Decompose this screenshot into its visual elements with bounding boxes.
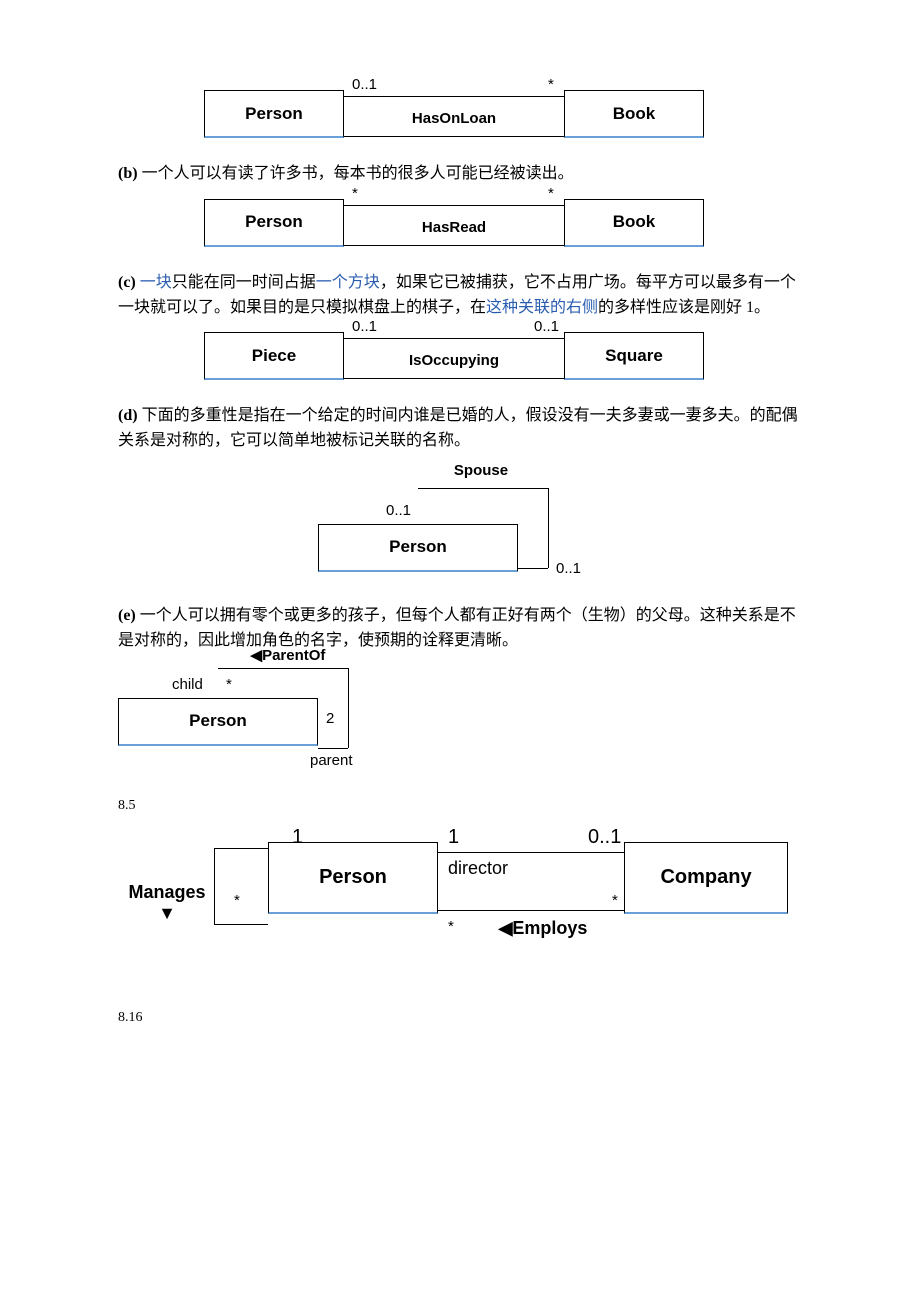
document-page: Person 0..1 * HasOnLoan Book (b) 一个人可以有读… bbox=[0, 0, 920, 1302]
paragraph-c: (c) 一块只能在同一时间占据一个方块，如果它已被捕获，它不占用广场。每平方可以… bbox=[118, 271, 802, 321]
manages-bottom-mult: * bbox=[234, 892, 240, 909]
c-link3: 这种关联的右侧 bbox=[486, 299, 598, 316]
manages-top-line bbox=[214, 848, 268, 849]
class-person: Person bbox=[204, 199, 344, 247]
assoc-name: IsOccupying bbox=[344, 352, 564, 369]
employs-right-mult: * bbox=[612, 892, 618, 909]
text-b: 一个人可以有读了许多书，每本书的很多人可能已经被读出。 bbox=[138, 165, 574, 182]
c-p4: 的多样性应该是刚好 1。 bbox=[598, 299, 770, 316]
diagram-e: ◀ParentOf child * Person 2 parent bbox=[118, 654, 378, 774]
class-book: Book bbox=[564, 90, 704, 138]
assoc-line-top bbox=[344, 338, 564, 339]
self-line-bottom bbox=[318, 748, 348, 749]
class-person: Person bbox=[118, 698, 318, 746]
class-person: Person bbox=[318, 524, 518, 572]
self-line-right bbox=[348, 668, 349, 748]
mult-bottom: 0..1 bbox=[556, 560, 581, 577]
director-left-mult: 1 bbox=[448, 826, 459, 849]
class-label: Person bbox=[189, 711, 247, 731]
label-e: (e) bbox=[118, 607, 136, 624]
class-label: Person bbox=[245, 104, 303, 124]
label-c: (c) bbox=[118, 274, 136, 291]
mult-left: * bbox=[352, 185, 358, 202]
mult-right: 0..1 bbox=[534, 318, 559, 335]
mult-left: 0..1 bbox=[352, 76, 377, 93]
text-e: 一个人可以拥有零个或更多的孩子，但每个人都有正好有两个（生物）的父母。这种关系是… bbox=[118, 607, 796, 649]
mult-right: * bbox=[548, 185, 554, 202]
label-b: (b) bbox=[118, 165, 138, 182]
class-square: Square bbox=[564, 332, 704, 380]
assoc-name: Spouse bbox=[446, 462, 516, 479]
assoc-name: HasRead bbox=[344, 219, 564, 236]
mult-child: * bbox=[226, 676, 232, 693]
section-8-5: 8.5 bbox=[118, 798, 802, 814]
section-8-16: 8.16 bbox=[118, 1010, 802, 1026]
employs-left-mult: * bbox=[448, 918, 454, 935]
class-label: Company bbox=[660, 866, 751, 889]
paragraph-d: (d) 下面的多重性是指在一个给定的时间内谁是已婚的人，假设没有一夫多妻或一妻多… bbox=[118, 404, 802, 454]
class-label: Book bbox=[613, 104, 656, 124]
class-label: Person bbox=[319, 866, 387, 889]
class-label: Piece bbox=[252, 346, 296, 366]
self-line-right bbox=[548, 488, 549, 568]
assoc-line-top bbox=[344, 205, 564, 206]
diagram-8-5: Manages ▼ 1 * Person 1 director 0..1 * ◀… bbox=[128, 820, 788, 970]
self-line-top bbox=[218, 668, 348, 669]
manages-name: Manages ▼ bbox=[122, 882, 212, 924]
c-p2: 只能在同一时间占据 bbox=[172, 274, 316, 291]
diagram-c: Piece 0..1 0..1 IsOccupying Square bbox=[204, 332, 704, 386]
manages-bottom-line bbox=[214, 924, 268, 925]
class-label: Book bbox=[613, 212, 656, 232]
assoc-line-bottom bbox=[344, 378, 564, 379]
mult-right: * bbox=[548, 76, 554, 93]
mult-parent: 2 bbox=[326, 710, 334, 727]
self-line-bottom bbox=[518, 568, 548, 569]
class-label: Person bbox=[245, 212, 303, 232]
text-d: 下面的多重性是指在一个给定的时间内谁是已婚的人，假设没有一夫多妻或一妻多夫。的配… bbox=[118, 407, 798, 449]
assoc-line-bottom bbox=[344, 136, 564, 137]
diagram-b: Person * * HasRead Book bbox=[204, 199, 704, 253]
director-line bbox=[438, 852, 624, 853]
class-book: Book bbox=[564, 199, 704, 247]
role-parent: parent bbox=[310, 752, 353, 769]
class-piece: Piece bbox=[204, 332, 344, 380]
class-company: Company bbox=[624, 842, 788, 914]
director-right-mult: 0..1 bbox=[588, 826, 621, 849]
paragraph-e: (e) 一个人可以拥有零个或更多的孩子，但每个人都有正好有两个（生物）的父母。这… bbox=[118, 604, 802, 654]
role-child: child bbox=[172, 676, 203, 693]
c-link1: 一块 bbox=[140, 274, 172, 291]
self-line-top bbox=[418, 488, 548, 489]
employs-line bbox=[438, 910, 624, 911]
director-role: director bbox=[448, 858, 508, 879]
class-label: Person bbox=[389, 537, 447, 557]
class-person: Person bbox=[204, 90, 344, 138]
manages-left-line bbox=[214, 848, 215, 924]
paragraph-b: (b) 一个人可以有读了许多书，每本书的很多人可能已经被读出。 bbox=[118, 162, 802, 187]
diagram-d: Spouse 0..1 Person 0..1 bbox=[318, 466, 578, 586]
assoc-name: HasOnLoan bbox=[344, 110, 564, 127]
assoc-name: ◀ParentOf bbox=[238, 646, 338, 664]
assoc-line-bottom bbox=[344, 245, 564, 246]
employs-name: ◀Employs bbox=[488, 918, 598, 939]
class-label: Square bbox=[605, 346, 663, 366]
mult-left: 0..1 bbox=[352, 318, 377, 335]
c-link2: 一个方块 bbox=[316, 274, 380, 291]
mult-top: 0..1 bbox=[386, 502, 411, 519]
label-d: (d) bbox=[118, 407, 138, 424]
assoc-line-top bbox=[344, 96, 564, 97]
class-person: Person bbox=[268, 842, 438, 914]
diagram-a: Person 0..1 * HasOnLoan Book bbox=[204, 90, 704, 144]
